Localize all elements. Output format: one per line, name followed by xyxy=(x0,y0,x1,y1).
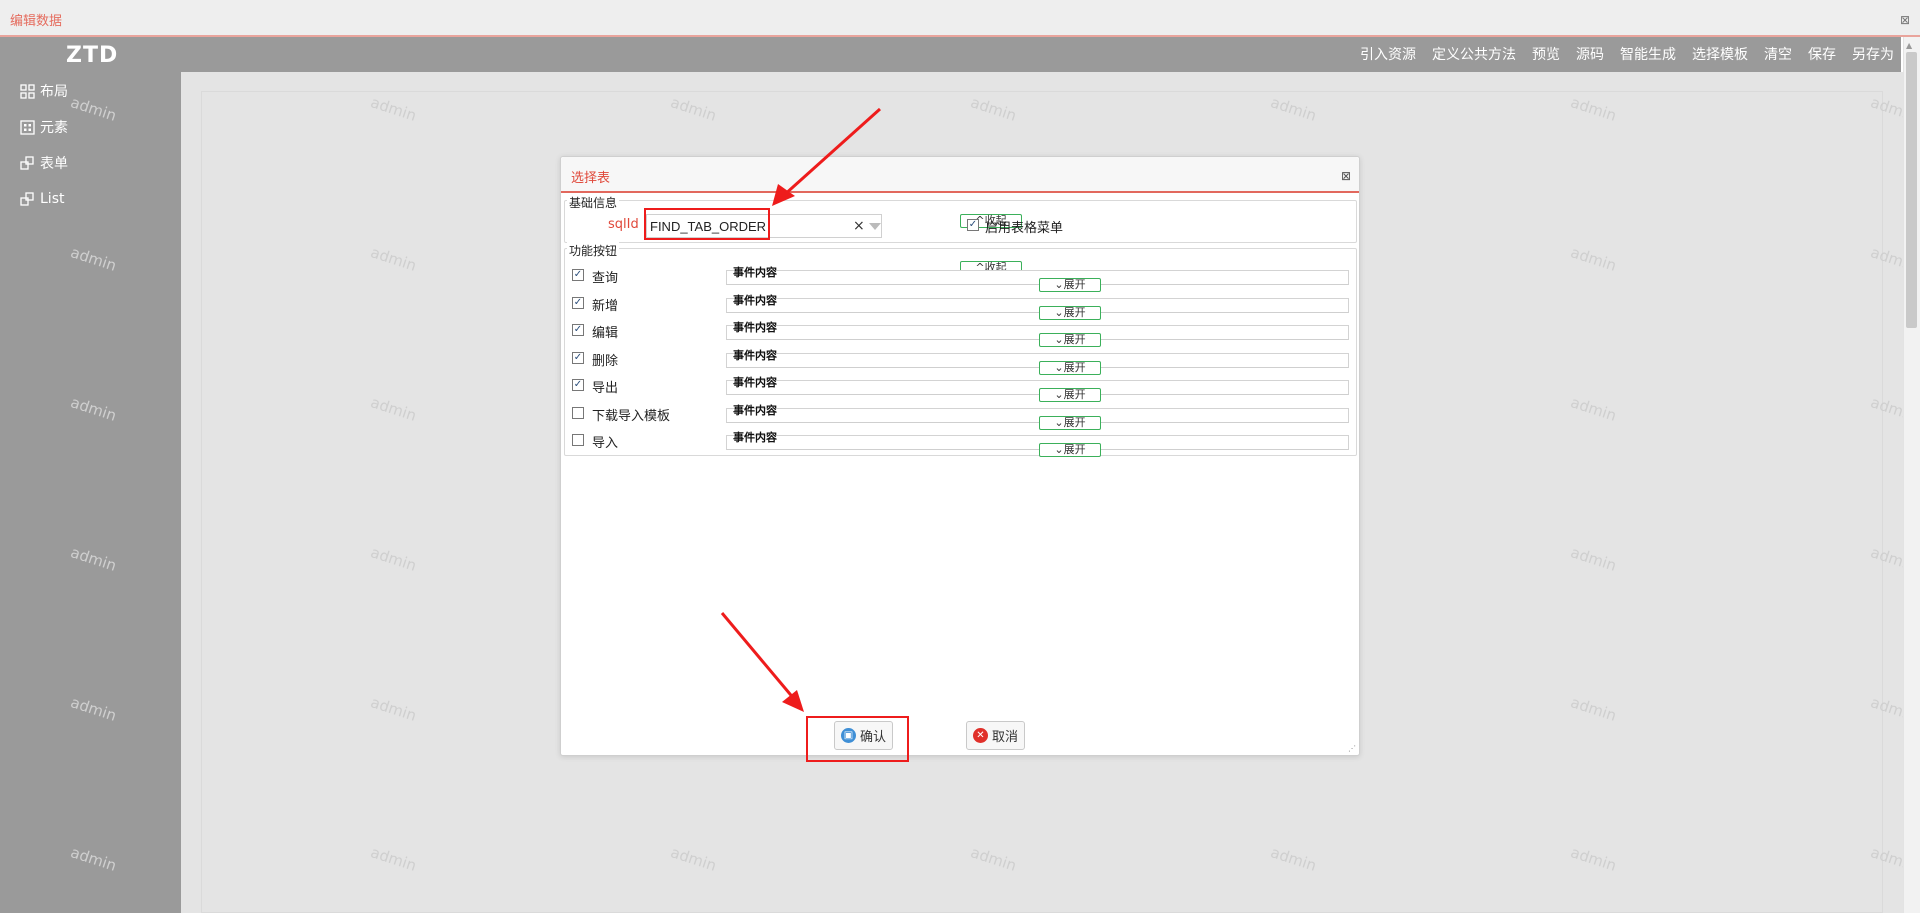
list-icon xyxy=(20,191,34,206)
scroll-up-icon[interactable]: ▲ xyxy=(1906,41,1912,50)
event-content-field[interactable] xyxy=(726,298,1349,313)
event-content-label: 事件内容 xyxy=(733,431,777,444)
event-content-label: 事件内容 xyxy=(733,266,777,279)
chevron-down-icon[interactable] xyxy=(869,223,881,230)
sidebar-item-label: 元素 xyxy=(40,120,68,136)
cancel-button[interactable]: ✕ 取消 xyxy=(966,721,1026,750)
grid-box-icon xyxy=(20,119,35,135)
enable-table-menu-checkbox[interactable]: ✓ xyxy=(967,219,979,231)
expand-button[interactable]: ⌄展开 xyxy=(1039,416,1101,430)
cancel-icon: ✕ xyxy=(973,728,988,743)
select-table-dialog: 选择表 ⊠ 基础信息 sqlId FIND_TAB_ORDER × ^收起 ✓ … xyxy=(560,156,1360,756)
event-content-label: 事件内容 xyxy=(733,321,777,334)
clear-icon[interactable]: × xyxy=(853,218,865,234)
function-button-checkbox[interactable] xyxy=(572,407,584,419)
function-button-checkbox[interactable]: ✓ xyxy=(572,297,584,309)
menu-save[interactable]: 保存 xyxy=(1808,44,1836,64)
function-buttons-label: 功能按钮 xyxy=(567,242,620,259)
form-icon xyxy=(20,155,34,170)
sidebar-item-label: List xyxy=(40,191,65,207)
close-icon[interactable]: ⊠ xyxy=(1341,169,1351,183)
basic-info-label: 基础信息 xyxy=(567,194,620,211)
window-title-bar: 编辑数据 ⊠ xyxy=(0,0,1920,37)
sidebar-item-layout[interactable]: 布局 xyxy=(20,79,68,103)
menu-select-template[interactable]: 选择模板 xyxy=(1692,44,1748,64)
enable-table-menu-label: 启用表格菜单 xyxy=(985,221,1064,236)
sidebar-item-label: 布局 xyxy=(40,84,68,100)
function-button-checkbox[interactable]: ✓ xyxy=(572,324,584,336)
app-logo: ZTD xyxy=(66,43,119,68)
event-content-field[interactable] xyxy=(726,408,1349,423)
grid-icon xyxy=(20,83,35,99)
menu-smart-generate[interactable]: 智能生成 xyxy=(1620,44,1676,64)
top-menu: 引入资源 定义公共方法 预览 源码 智能生成 选择模板 清空 保存 另存为 xyxy=(1360,44,1894,64)
event-content-field[interactable] xyxy=(726,380,1349,395)
function-button-checkbox[interactable] xyxy=(572,434,584,446)
event-content-field[interactable] xyxy=(726,353,1349,368)
annotation-box-confirm xyxy=(806,716,909,762)
function-button-checkbox[interactable]: ✓ xyxy=(572,352,584,364)
event-content-label: 事件内容 xyxy=(733,294,777,307)
dialog-header: 选择表 ⊠ xyxy=(561,157,1359,193)
function-button-checkbox[interactable]: ✓ xyxy=(572,269,584,281)
annotation-box-sqlid xyxy=(644,208,770,240)
expand-button[interactable]: ⌄展开 xyxy=(1039,306,1101,320)
dialog-title: 选择表 xyxy=(571,171,611,186)
menu-source[interactable]: 源码 xyxy=(1576,44,1604,64)
function-button-label: 导入 xyxy=(592,436,619,451)
window-title: 编辑数据 xyxy=(10,14,63,29)
scrollbar-thumb[interactable] xyxy=(1906,52,1917,328)
expand-button[interactable]: ⌄展开 xyxy=(1039,443,1101,457)
expand-button[interactable]: ⌄展开 xyxy=(1039,278,1101,292)
event-content-field[interactable] xyxy=(726,325,1349,340)
menu-import-resources[interactable]: 引入资源 xyxy=(1360,44,1416,64)
function-button-label: 删除 xyxy=(592,354,619,369)
event-content-field[interactable] xyxy=(726,270,1349,285)
sidebar-item-label: 表单 xyxy=(40,156,68,172)
function-button-label: 编辑 xyxy=(592,326,619,341)
menu-clear[interactable]: 清空 xyxy=(1764,44,1792,64)
event-content-label: 事件内容 xyxy=(733,404,777,417)
function-button-label: 查询 xyxy=(592,271,619,286)
window-close-icon[interactable]: ⊠ xyxy=(1898,13,1912,27)
sidebar-item-list[interactable]: List xyxy=(20,187,64,211)
menu-preview[interactable]: 预览 xyxy=(1532,44,1560,64)
sidebar-item-elements[interactable]: 元素 xyxy=(20,115,68,139)
sqlid-label: sqlId xyxy=(608,217,639,232)
function-button-checkbox[interactable]: ✓ xyxy=(572,379,584,391)
function-button-label: 导出 xyxy=(592,381,619,396)
expand-button[interactable]: ⌄展开 xyxy=(1039,361,1101,375)
cancel-label: 取消 xyxy=(992,730,1019,745)
event-content-field[interactable] xyxy=(726,435,1349,450)
function-button-label: 新增 xyxy=(592,299,619,314)
resize-handle-icon[interactable]: ⋰ xyxy=(1348,744,1356,753)
menu-save-as[interactable]: 另存为 xyxy=(1852,44,1894,64)
function-button-label: 下载导入模板 xyxy=(592,409,671,424)
event-content-label: 事件内容 xyxy=(733,376,777,389)
menu-define-methods[interactable]: 定义公共方法 xyxy=(1432,44,1516,64)
event-content-label: 事件内容 xyxy=(733,349,777,362)
expand-button[interactable]: ⌄展开 xyxy=(1039,388,1101,402)
sidebar-item-form[interactable]: 表单 xyxy=(20,151,68,175)
expand-button[interactable]: ⌄展开 xyxy=(1039,333,1101,347)
